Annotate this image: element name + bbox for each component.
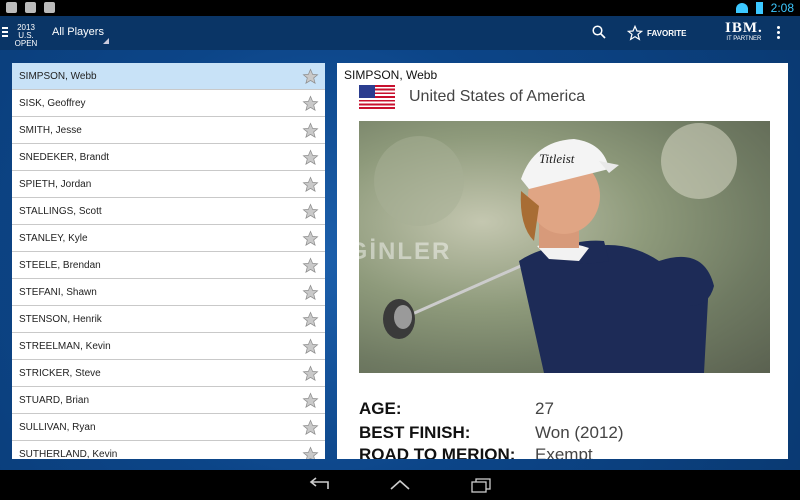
favorite-star-icon[interactable] — [302, 176, 319, 193]
player-list-item[interactable]: STUARD, Brian — [12, 387, 325, 414]
overflow-menu-icon[interactable] — [777, 26, 781, 40]
player-list-name: SULLIVAN, Ryan — [19, 422, 96, 433]
player-filter-dropdown[interactable]: All Players — [52, 26, 104, 38]
player-list-item[interactable]: STANLEY, Kyle — [12, 225, 325, 252]
favorite-star-icon[interactable] — [302, 419, 319, 436]
player-list-item[interactable]: STENSON, Henrik — [12, 306, 325, 333]
player-list-item[interactable]: SULLIVAN, Ryan — [12, 414, 325, 441]
favorite-star-icon[interactable] — [302, 365, 319, 382]
player-list-name: SPIETH, Jordan — [19, 179, 92, 190]
stat-label: ROAD TO MERION: — [359, 445, 516, 459]
stat-value: Won (2012) — [535, 423, 624, 442]
favorite-star-icon[interactable] — [302, 311, 319, 328]
favorite-button[interactable]: FAVORITE — [627, 25, 686, 41]
player-country: United States of America — [409, 88, 586, 105]
battery-icon — [755, 2, 763, 14]
dropdown-corner-icon — [103, 38, 109, 44]
play-icon — [44, 2, 55, 13]
cap-brand: Titleist — [539, 151, 575, 166]
player-list-item[interactable]: SNEDEKER, Brandt — [12, 144, 325, 171]
favorite-star-icon[interactable] — [302, 122, 319, 139]
status-bar: 2:08 — [0, 0, 800, 16]
logo-name: U.S. OPEN — [14, 31, 38, 48]
favorite-star-icon[interactable] — [302, 230, 319, 247]
usa-flag-icon — [359, 85, 395, 109]
stat-row: AGE: 27 — [359, 399, 554, 419]
star-outline-icon — [627, 25, 643, 41]
wifi-icon — [735, 3, 748, 13]
favorite-star-icon[interactable] — [302, 203, 319, 220]
player-list-item[interactable]: SPIETH, Jordan — [12, 171, 325, 198]
notification-icon — [6, 2, 17, 13]
player-list-item[interactable]: STEELE, Brendan — [12, 252, 325, 279]
favorite-star-icon[interactable] — [302, 392, 319, 409]
player-list-item[interactable]: SUTHERLAND, Kevin — [12, 441, 325, 459]
player-list-name: SMITH, Jesse — [19, 125, 82, 136]
player-list-name: STANLEY, Kyle — [19, 233, 88, 244]
app-window: 2013 U.S. OPEN All Players FAVORITE IBM.… — [0, 16, 800, 470]
ibm-partner-logo: IBM. IT PARTNER — [725, 20, 763, 43]
search-icon[interactable] — [592, 25, 606, 39]
player-photo: Titleist EZGİNLER — [359, 121, 770, 373]
stat-row: BEST FINISH: Won (2012) — [359, 423, 624, 443]
us-open-logo[interactable]: 2013 U.S. OPEN — [9, 24, 43, 48]
golfer-illustration: Titleist EZGİNLER — [359, 123, 737, 373]
stat-label: AGE: — [359, 399, 402, 418]
player-list-name: STEELE, Brendan — [19, 260, 101, 271]
player-list-name: SUTHERLAND, Kevin — [19, 449, 118, 459]
player-list-name: STEFANI, Shawn — [19, 287, 97, 298]
player-list-name: STALLINGS, Scott — [19, 206, 102, 217]
player-list: SIMPSON, Webb SISK, Geoffrey SMITH, Jesse S… — [12, 63, 325, 459]
clock: 2:08 — [770, 1, 794, 15]
stat-row: ROAD TO MERION: Exempt — [359, 445, 593, 459]
back-icon[interactable] — [308, 477, 330, 493]
favorite-label: FAVORITE — [647, 28, 687, 38]
recent-apps-icon[interactable] — [470, 477, 492, 493]
watermark: EZGİNLER — [359, 238, 451, 265]
favorite-star-icon[interactable] — [302, 338, 319, 355]
favorite-star-icon[interactable] — [302, 149, 319, 166]
player-list-item[interactable]: SIMPSON, Webb — [12, 63, 325, 90]
favorite-star-icon[interactable] — [302, 95, 319, 112]
player-list-name: STENSON, Henrik — [19, 314, 102, 325]
player-list-item[interactable]: STALLINGS, Scott — [12, 198, 325, 225]
player-detail-panel: SIMPSON, Webb United States of America T… — [337, 63, 788, 459]
player-list-name: SNEDEKER, Brandt — [19, 152, 110, 163]
favorite-star-icon[interactable] — [302, 284, 319, 301]
home-icon[interactable] — [389, 477, 411, 493]
player-list-name: STREELMAN, Kevin — [19, 341, 111, 352]
stat-value: 27 — [535, 399, 554, 418]
player-list-item[interactable]: STREELMAN, Kevin — [12, 333, 325, 360]
action-bar: 2013 U.S. OPEN All Players FAVORITE IBM.… — [0, 16, 800, 50]
mail-icon — [25, 2, 36, 13]
player-list-name: SISK, Geoffrey — [19, 98, 86, 109]
player-list-item[interactable]: STEFANI, Shawn — [12, 279, 325, 306]
stat-value: Exempt — [535, 445, 593, 459]
player-list-name: STUARD, Brian — [19, 395, 90, 406]
favorite-star-icon[interactable] — [302, 68, 319, 85]
player-name: SIMPSON, Webb — [344, 68, 438, 82]
player-list-item[interactable]: SMITH, Jesse — [12, 117, 325, 144]
favorite-star-icon[interactable] — [302, 257, 319, 274]
stat-label: BEST FINISH: — [359, 423, 471, 442]
player-list-name: SIMPSON, Webb — [19, 71, 97, 82]
player-list-item[interactable]: STRICKER, Steve — [12, 360, 325, 387]
player-list-name: STRICKER, Steve — [19, 368, 101, 379]
player-list-item[interactable]: SISK, Geoffrey — [12, 90, 325, 117]
menu-icon[interactable] — [2, 27, 8, 37]
navigation-bar — [0, 470, 800, 500]
favorite-star-icon[interactable] — [302, 446, 319, 459]
